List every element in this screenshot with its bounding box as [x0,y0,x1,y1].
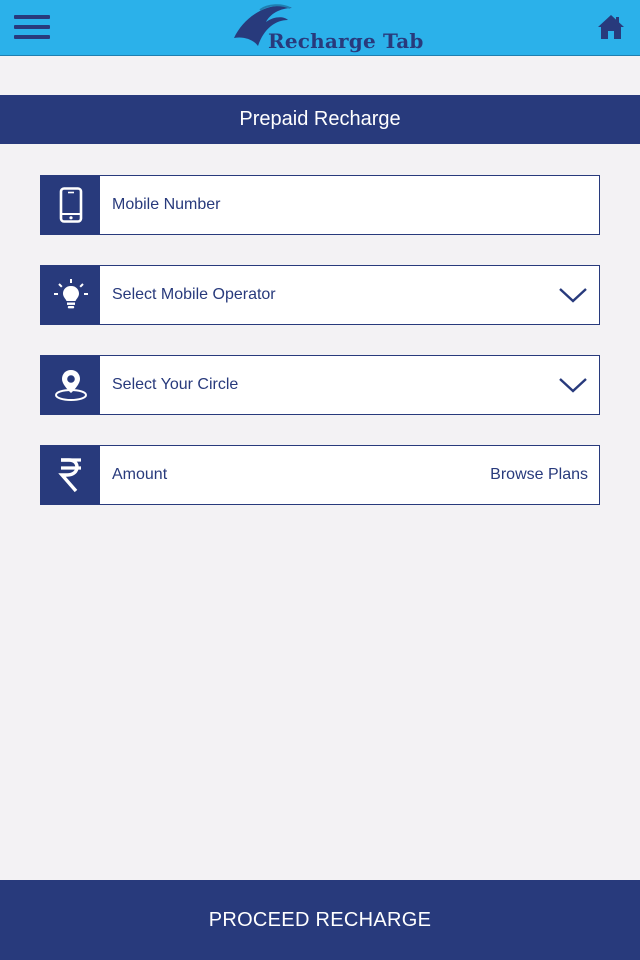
operator-select-label: Select Mobile Operator [112,286,276,303]
app-logo: Recharge Tab [230,2,423,54]
lightbulb-icon [41,266,100,324]
operator-select[interactable]: Select Mobile Operator [40,265,600,325]
amount-input[interactable]: Amount [100,446,490,504]
hamburger-menu-icon[interactable] [14,13,52,41]
location-pin-icon [41,356,100,414]
circle-select[interactable]: Select Your Circle [40,355,600,415]
amount-field[interactable]: Amount Browse Plans [40,445,600,505]
mobile-number-field[interactable]: Mobile Number [40,175,600,235]
rupee-icon [41,446,100,504]
chevron-down-icon[interactable] [547,266,599,324]
home-icon[interactable] [596,12,626,42]
page-title: Prepaid Recharge [0,95,640,144]
browse-plans-link[interactable]: Browse Plans [490,446,599,504]
circle-select-label: Select Your Circle [112,376,239,393]
mobile-number-input[interactable]: Mobile Number [100,176,599,234]
top-app-bar: Recharge Tab [0,0,640,56]
chevron-down-icon[interactable] [547,356,599,414]
logo-text: Recharge Tab [268,29,424,53]
proceed-recharge-button[interactable]: PROCEED RECHARGE [0,880,640,960]
mobile-phone-icon [41,176,100,234]
